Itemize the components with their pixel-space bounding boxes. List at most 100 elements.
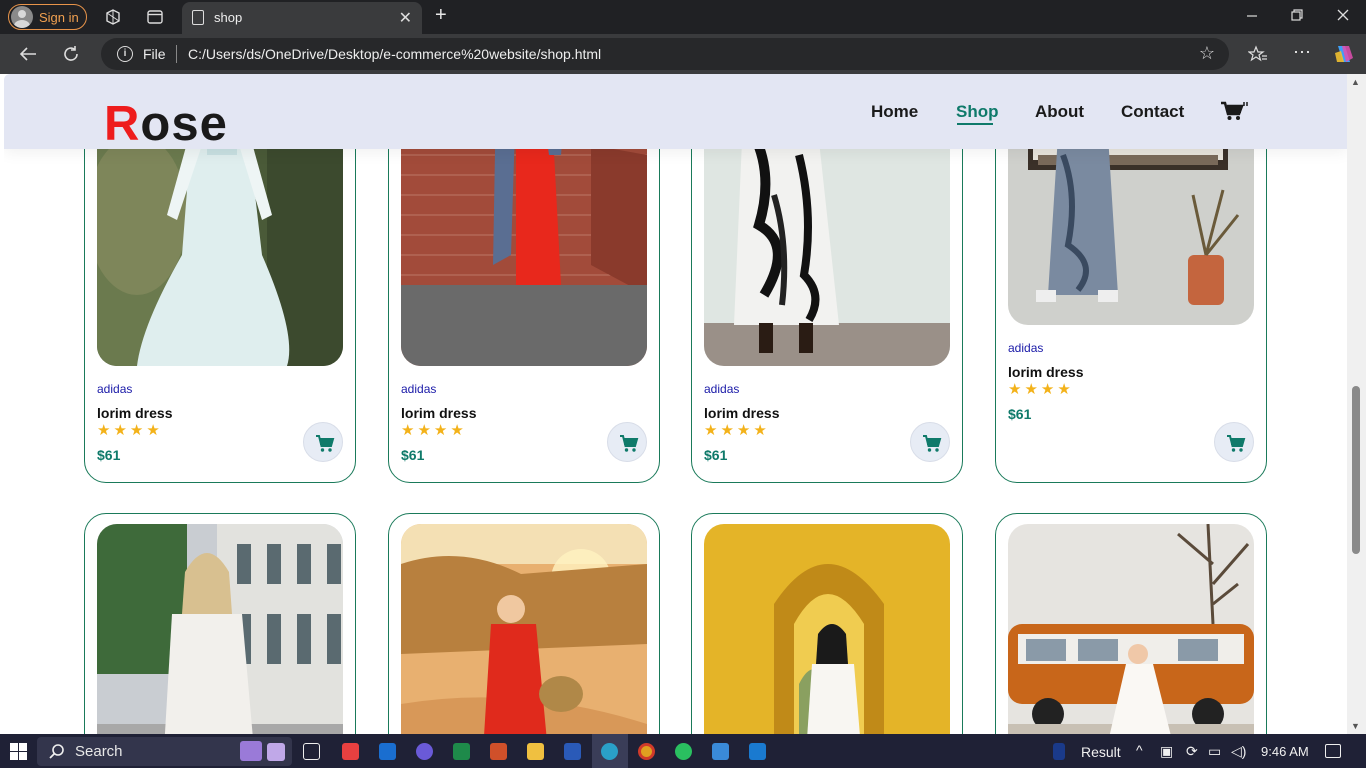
task-view-icon[interactable] xyxy=(303,743,320,760)
cart-icon xyxy=(316,435,335,452)
vscode-icon[interactable] xyxy=(749,743,766,760)
add-to-cart-button[interactable] xyxy=(303,422,343,462)
refresh-icon[interactable] xyxy=(62,45,80,68)
add-to-cart-button[interactable] xyxy=(910,422,950,462)
product-card[interactable] xyxy=(995,513,1267,734)
sign-in-label: Sign in xyxy=(39,9,79,25)
scrollbar-thumb[interactable] xyxy=(1352,386,1360,554)
favorite-star-icon[interactable]: ☆ xyxy=(1199,43,1215,64)
address-toolbar: i File C:/Users/ds/OneDrive/Desktop/e-co… xyxy=(0,34,1366,74)
tab-title: shop xyxy=(214,10,243,25)
edge-icon[interactable] xyxy=(601,743,618,760)
nav-contact[interactable]: Contact xyxy=(1121,102,1184,122)
product-image[interactable] xyxy=(704,524,950,734)
product-name[interactable]: lorim dress xyxy=(1008,364,1083,380)
store-app-icon[interactable] xyxy=(342,743,359,760)
logo-letter: R xyxy=(104,97,141,151)
add-to-cart-button[interactable] xyxy=(607,422,647,462)
file-explorer-icon[interactable] xyxy=(527,743,544,760)
product-price: $61 xyxy=(401,447,425,463)
media-player-icon[interactable] xyxy=(416,743,433,760)
volume-icon[interactable]: ◁) xyxy=(1231,743,1246,760)
scroll-up-icon[interactable]: ▲ xyxy=(1351,77,1360,87)
nav-about[interactable]: About xyxy=(1035,102,1084,122)
page-scrollbar[interactable]: ▲ ▼ xyxy=(1347,74,1366,734)
copilot-icon[interactable] xyxy=(1333,43,1355,70)
tray-expand-icon[interactable]: ^ xyxy=(1136,742,1143,758)
notifications-icon[interactable] xyxy=(1325,744,1341,758)
product-price: $61 xyxy=(704,447,728,463)
cart-icon xyxy=(923,435,942,452)
site-header: Rose Home Shop About Contact xyxy=(4,74,1347,152)
minimize-icon[interactable] xyxy=(1246,7,1258,26)
product-card[interactable]: adidas lorim dress ★★★★ $61 xyxy=(995,94,1267,483)
close-tab-icon[interactable]: ✕ xyxy=(399,8,412,28)
page-icon xyxy=(192,10,204,25)
sign-in-button[interactable]: Sign in xyxy=(8,4,87,30)
network-icon[interactable]: ▭ xyxy=(1208,743,1221,760)
cart-icon xyxy=(620,435,639,452)
logo-text: ose xyxy=(140,97,228,151)
product-image[interactable] xyxy=(97,524,343,734)
restore-icon[interactable] xyxy=(1290,8,1304,27)
product-card[interactable] xyxy=(84,513,356,734)
product-card[interactable]: adidas lorim dress ★★★★ $61 xyxy=(691,94,963,483)
close-window-icon[interactable] xyxy=(1336,8,1350,27)
tab-actions-icon[interactable] xyxy=(146,8,164,31)
rating-stars: ★★★★ xyxy=(704,422,770,439)
microsoft-store-icon[interactable] xyxy=(712,743,729,760)
nav-shop[interactable]: Shop xyxy=(956,102,999,122)
rating-stars: ★★★★ xyxy=(401,422,467,439)
scroll-down-icon[interactable]: ▼ xyxy=(1351,721,1360,731)
add-to-cart-button[interactable] xyxy=(1214,422,1254,462)
page-viewport: adidas lorim dress ★★★★ $61 adidas lorim… xyxy=(4,74,1347,734)
product-brand: adidas xyxy=(1008,341,1044,355)
browser-tab-bar: Sign in shop ✕ + xyxy=(0,0,1366,34)
word-icon[interactable] xyxy=(564,743,581,760)
address-bar[interactable]: i File C:/Users/ds/OneDrive/Desktop/e-co… xyxy=(101,38,1229,70)
sync-icon[interactable]: ⟳ xyxy=(1186,743,1198,760)
product-brand: adidas xyxy=(401,382,437,396)
product-name[interactable]: lorim dress xyxy=(704,405,779,421)
start-windows-icon[interactable] xyxy=(10,743,27,765)
powerpoint-icon[interactable] xyxy=(490,743,507,760)
product-image[interactable] xyxy=(1008,524,1254,734)
url-text[interactable]: C:/Users/ds/OneDrive/Desktop/e-commerce%… xyxy=(188,46,601,62)
product-card[interactable] xyxy=(691,513,963,734)
taskbar-search[interactable]: Search xyxy=(37,737,292,766)
product-price: $61 xyxy=(97,447,121,463)
product-card[interactable] xyxy=(388,513,660,734)
nav-home[interactable]: Home xyxy=(871,102,918,122)
whatsapp-icon[interactable] xyxy=(675,743,692,760)
more-menu-icon[interactable]: ⋯ xyxy=(1293,43,1311,61)
chrome-icon[interactable] xyxy=(638,743,655,760)
product-image[interactable] xyxy=(401,524,647,734)
product-name[interactable]: lorim dress xyxy=(401,405,476,421)
clapperboard-icon xyxy=(240,741,262,761)
back-icon[interactable] xyxy=(18,45,38,68)
new-tab-icon[interactable]: + xyxy=(435,5,447,25)
address-separator xyxy=(176,45,177,63)
excel-icon[interactable] xyxy=(453,743,470,760)
product-brand: adidas xyxy=(704,382,740,396)
clock-time[interactable]: 9:46 AM xyxy=(1261,744,1309,759)
cart-icon xyxy=(1227,435,1246,452)
address-scheme: File xyxy=(143,46,166,62)
camera-icon[interactable]: ▣ xyxy=(1160,743,1173,760)
outlook-icon[interactable] xyxy=(379,743,396,760)
browser-tab[interactable]: shop ✕ xyxy=(182,2,422,34)
header-cart-icon[interactable] xyxy=(1220,101,1248,128)
site-logo[interactable]: Rose xyxy=(104,96,228,152)
workspaces-icon[interactable] xyxy=(104,8,122,31)
product-card[interactable]: adidas lorim dress ★★★★ $61 xyxy=(84,94,356,483)
product-brand: adidas xyxy=(97,382,133,396)
product-name[interactable]: lorim dress xyxy=(97,405,172,421)
widget-result-label[interactable]: Result xyxy=(1081,744,1121,760)
product-price: $61 xyxy=(1008,406,1032,422)
info-icon[interactable]: i xyxy=(117,46,133,62)
rating-stars: ★★★★ xyxy=(97,422,163,439)
product-card[interactable]: adidas lorim dress ★★★★ $61 xyxy=(388,94,660,483)
nba-icon[interactable] xyxy=(1053,743,1065,760)
windows-taskbar: Search Result ^ ▣ ⟳ ▭ ◁) 9:46 AM xyxy=(0,734,1366,768)
favorites-icon[interactable] xyxy=(1247,45,1268,68)
